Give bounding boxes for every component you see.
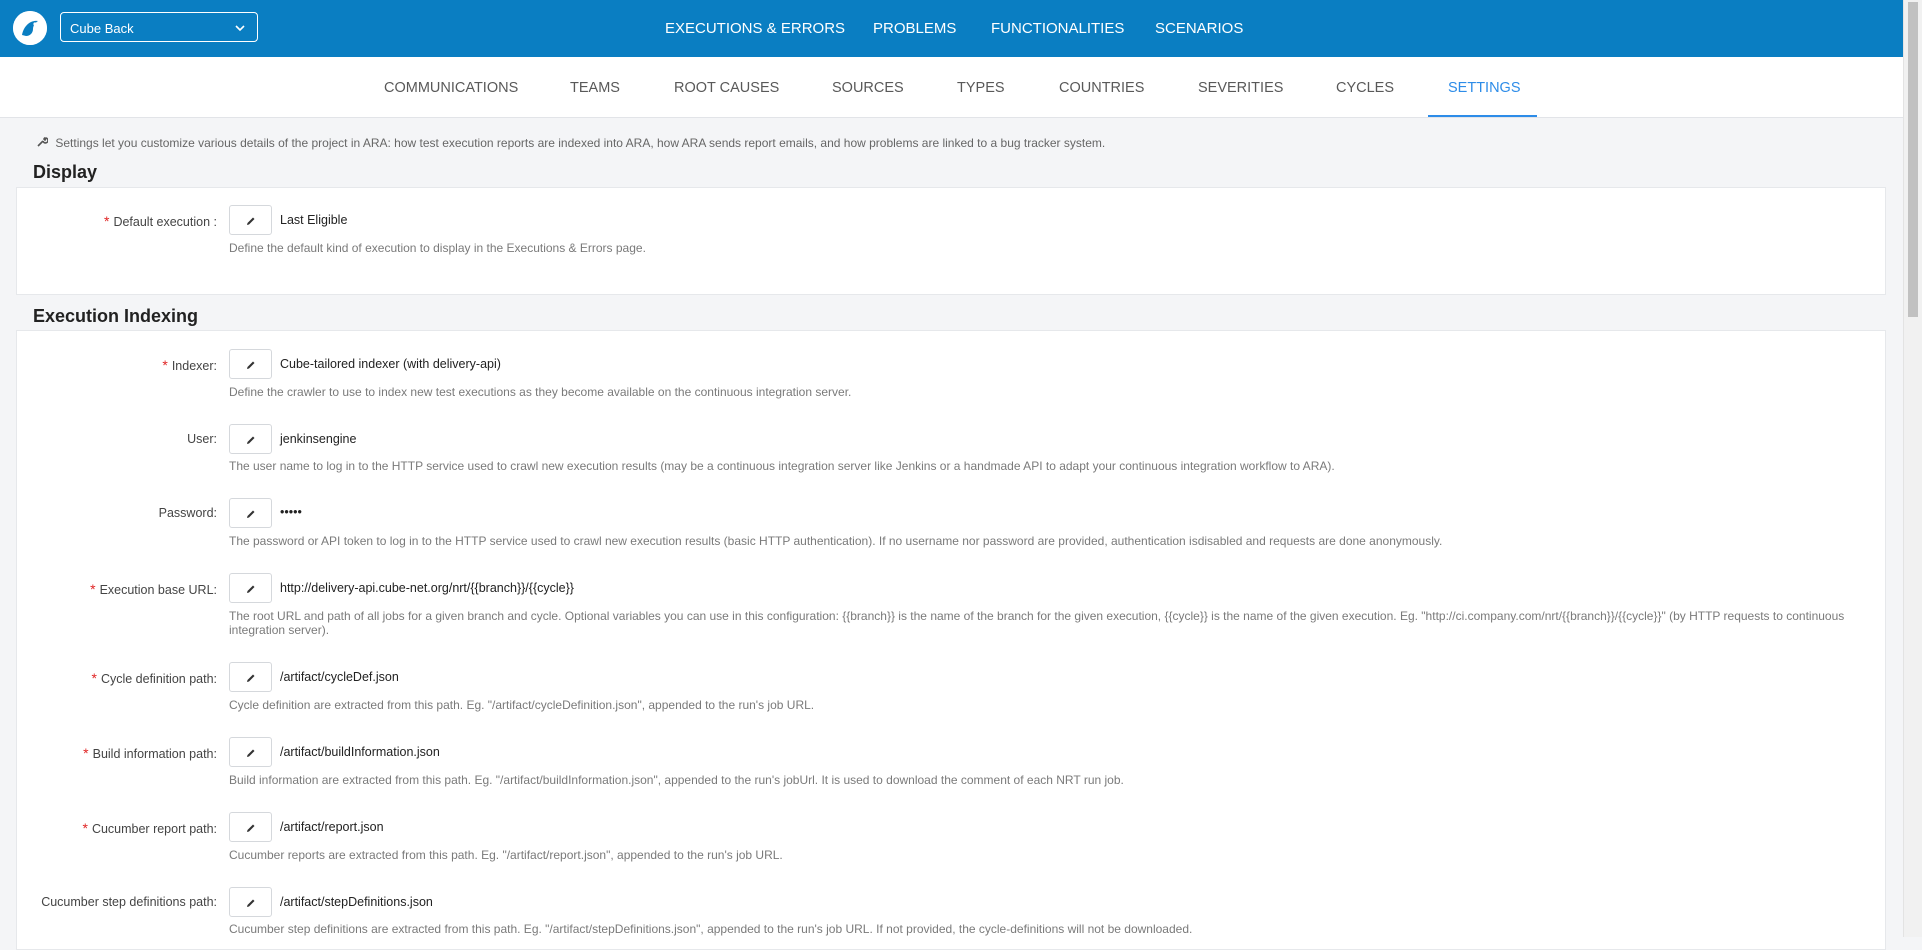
field-help-default-execution: Define the default kind of execution to …	[229, 241, 646, 255]
field-help-indexer: Define the crawler to use to index new t…	[229, 385, 852, 399]
pencil-icon	[247, 749, 255, 757]
tab-severities[interactable]: SEVERITIES	[1198, 80, 1283, 96]
scrollbar-thumb[interactable]	[1908, 2, 1918, 317]
pencil-icon	[247, 510, 255, 518]
top-bar: Cube Back EXECUTIONS & ERRORS PROBLEMS F…	[0, 0, 1904, 57]
edit-password-button[interactable]	[229, 498, 272, 528]
field-label-user: User:	[187, 432, 217, 446]
field-value-indexer: Cube-tailored indexer (with delivery-api…	[280, 357, 501, 371]
field-value-default-execution: Last Eligible	[280, 213, 348, 227]
pencil-icon	[247, 585, 255, 593]
field-help-cycle-definition-path: Cycle definition are extracted from this…	[229, 698, 815, 712]
nav-scenarios[interactable]: SCENARIOS	[1155, 20, 1243, 37]
wrench-icon	[37, 136, 51, 150]
page-scrollbar[interactable]	[1903, 0, 1922, 937]
settings-intro-text: Settings let you customize various detai…	[55, 136, 1106, 150]
field-value-user: jenkinsengine	[280, 432, 357, 446]
nav-problems[interactable]: PROBLEMS	[873, 20, 956, 37]
field-value-execution-base-url: http://delivery-api.cube-net.org/nrt/{{b…	[280, 581, 574, 595]
field-help-build-information-path: Build information are extracted from thi…	[229, 773, 1124, 787]
nav-functionalities[interactable]: FUNCTIONALITIES	[991, 20, 1124, 37]
pencil-icon	[247, 824, 255, 832]
tab-countries[interactable]: COUNTRIES	[1059, 80, 1144, 96]
pencil-icon	[247, 361, 255, 369]
field-label-indexer: * Indexer:	[162, 357, 217, 373]
settings-subnav: COMMUNICATIONS TEAMS ROOT CAUSES SOURCES…	[0, 57, 1904, 118]
pencil-icon	[247, 899, 255, 907]
nav-executions-errors[interactable]: EXECUTIONS & ERRORS	[665, 20, 845, 37]
field-value-cucumber-report-path: /artifact/report.json	[280, 820, 384, 834]
edit-user-button[interactable]	[229, 424, 272, 454]
field-label-cucumber-step-definitions-path: Cucumber step definitions path:	[41, 895, 217, 909]
field-label-cucumber-report-path: * Cucumber report path:	[82, 820, 217, 836]
edit-cucumber-report-path-button[interactable]	[229, 812, 272, 842]
main-nav: EXECUTIONS & ERRORS PROBLEMS FUNCTIONALI…	[0, 20, 1904, 40]
pencil-icon	[247, 674, 255, 682]
tab-communications[interactable]: COMMUNICATIONS	[384, 80, 518, 96]
field-help-user: The user name to log in to the HTTP serv…	[229, 459, 1335, 473]
field-label-build-information-path: * Build information path:	[83, 745, 217, 761]
field-label-password: Password:	[158, 506, 217, 520]
field-value-cycle-definition-path: /artifact/cycleDef.json	[280, 670, 399, 684]
edit-indexer-button[interactable]	[229, 349, 272, 379]
required-marker: *	[162, 357, 168, 373]
required-marker: *	[91, 670, 97, 686]
tab-root-causes[interactable]: ROOT CAUSES	[674, 80, 779, 96]
required-marker: *	[83, 745, 89, 761]
pencil-icon	[247, 217, 255, 225]
edit-cucumber-step-definitions-path-button[interactable]	[229, 887, 272, 917]
field-value-cucumber-step-definitions-path: /artifact/stepDefinitions.json	[280, 895, 433, 909]
field-help-password: The password or API token to log in to t…	[229, 534, 1443, 548]
edit-build-information-path-button[interactable]	[229, 737, 272, 767]
required-marker: *	[90, 581, 96, 597]
edit-cycle-definition-path-button[interactable]	[229, 662, 272, 692]
tab-sources[interactable]: SOURCES	[832, 80, 904, 96]
tab-settings[interactable]: SETTINGS	[1448, 80, 1521, 96]
field-label-default-execution: * Default execution :	[104, 213, 217, 229]
tab-cycles[interactable]: CYCLES	[1336, 80, 1394, 96]
active-tab-indicator	[1428, 115, 1537, 117]
settings-intro: Settings let you customize various detai…	[37, 136, 1105, 150]
required-marker: *	[82, 820, 88, 836]
field-help-cucumber-step-definitions-path: Cucumber step definitions are extracted …	[229, 922, 1193, 936]
section-title-display: Display	[33, 162, 98, 182]
field-help-cucumber-report-path: Cucumber reports are extracted from this…	[229, 848, 783, 862]
pencil-icon	[247, 436, 255, 444]
section-title-execution-indexing: Execution Indexing	[33, 306, 199, 326]
field-value-build-information-path: /artifact/buildInformation.json	[280, 745, 440, 759]
field-value-password: •••••	[280, 505, 302, 519]
field-help-execution-base-url: The root URL and path of all jobs for a …	[229, 609, 1845, 637]
edit-execution-base-url-button[interactable]	[229, 573, 272, 603]
field-label-cycle-definition-path: * Cycle definition path:	[91, 670, 218, 686]
required-marker: *	[104, 213, 110, 229]
tab-teams[interactable]: TEAMS	[570, 80, 620, 96]
tab-types[interactable]: TYPES	[957, 80, 1005, 96]
field-label-execution-base-url: * Execution base URL:	[90, 581, 217, 597]
edit-default-execution-button[interactable]	[229, 205, 272, 235]
